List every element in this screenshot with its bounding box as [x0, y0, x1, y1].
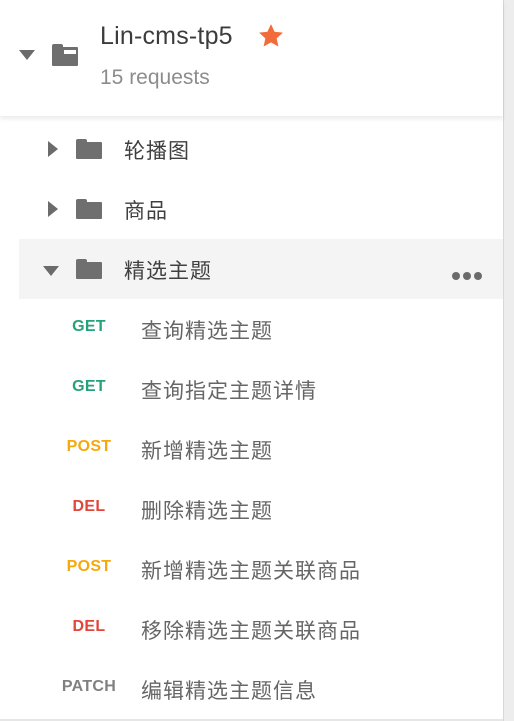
request-name: 删除精选主题	[141, 499, 273, 523]
star-icon[interactable]	[257, 22, 285, 50]
expand-caret-icon[interactable]	[48, 201, 58, 217]
folder-label: 商品	[124, 199, 168, 223]
request-item[interactable]: DEL 删除精选主题	[0, 479, 503, 539]
request-name: 新增精选主题关联商品	[141, 559, 361, 583]
request-name: 编辑精选主题信息	[141, 679, 317, 703]
scrollbar-track[interactable]	[503, 0, 514, 721]
method-badge: GET	[72, 318, 106, 335]
folder-label: 精选主题	[124, 259, 212, 283]
folder-label: 轮播图	[124, 139, 190, 163]
method-badge: DEL	[72, 498, 106, 515]
method-badge: DEL	[72, 618, 106, 635]
request-item[interactable]: DEL 移除精选主题关联商品	[0, 599, 503, 659]
request-item[interactable]: PATCH 编辑精选主题信息	[0, 659, 503, 719]
collapse-caret-icon[interactable]	[19, 50, 35, 60]
collection-title[interactable]: Lin-cms-tp5	[100, 22, 233, 51]
more-options-icon[interactable]	[452, 265, 486, 280]
request-item[interactable]: GET 查询精选主题	[0, 299, 503, 359]
request-item[interactable]: POST 新增精选主题关联商品	[0, 539, 503, 599]
request-item[interactable]: GET 查询指定主题详情	[0, 359, 503, 419]
request-count: 15 requests	[100, 66, 210, 89]
folder-icon	[76, 259, 102, 279]
folder-row-products[interactable]: 商品	[19, 179, 503, 239]
request-name: 移除精选主题关联商品	[141, 619, 361, 643]
expand-caret-icon[interactable]	[48, 141, 58, 157]
method-badge: PATCH	[61, 678, 117, 695]
folder-row-carousel[interactable]: 轮播图	[19, 119, 503, 179]
collapse-caret-icon[interactable]	[43, 266, 59, 276]
collection-folder-icon	[52, 44, 78, 66]
collection-sidebar: Lin-cms-tp5 15 requests 轮播图 商品 精选主题 GET …	[0, 0, 514, 721]
method-badge: POST	[66, 558, 112, 575]
folder-icon	[76, 199, 102, 219]
request-name: 新增精选主题	[141, 439, 273, 463]
method-badge: POST	[66, 438, 112, 455]
folder-row-featured-themes[interactable]: 精选主题	[19, 239, 503, 299]
folder-icon	[76, 139, 102, 159]
request-name: 查询精选主题	[141, 319, 273, 343]
request-name: 查询指定主题详情	[141, 379, 317, 403]
method-badge: GET	[72, 378, 106, 395]
collection-header[interactable]: Lin-cms-tp5 15 requests	[0, 0, 503, 116]
request-item[interactable]: POST 新增精选主题	[0, 419, 503, 479]
